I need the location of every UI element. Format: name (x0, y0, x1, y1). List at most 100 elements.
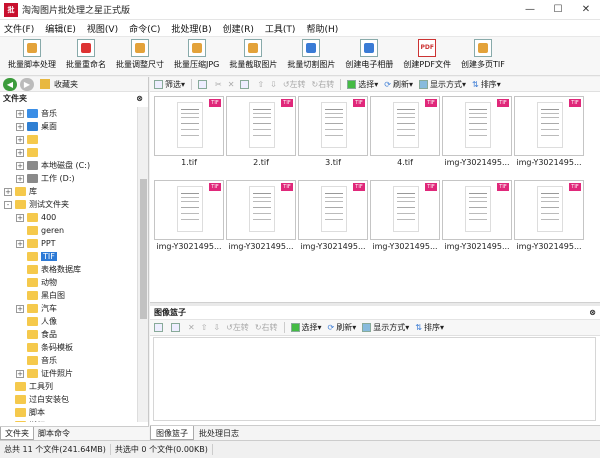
menu-help[interactable]: 帮助(H) (306, 22, 338, 35)
forward-icon[interactable]: ▶ (20, 77, 34, 91)
thumbnail-item[interactable]: TIF img-Y3021495... (442, 180, 512, 253)
tree-item[interactable]: + 本地磁盘 (C:) (0, 159, 137, 172)
basket-copy-icon[interactable] (171, 323, 182, 332)
thumbnail-item[interactable]: TIF img-Y3021495... (442, 96, 512, 169)
expand-icon[interactable]: + (16, 161, 24, 170)
basket-view-mode-button[interactable]: 显示方式 ▾ (362, 322, 409, 333)
sort-button[interactable]: ⇅ 排序 ▾ (472, 79, 501, 90)
expand-icon[interactable]: + (16, 239, 24, 248)
back-icon[interactable]: ◀ (3, 77, 17, 91)
tree-item[interactable]: + 汽车 (0, 302, 137, 315)
tree-item[interactable]: + 库 (0, 185, 137, 198)
rotate-right-button[interactable]: ↻ 右转 (312, 79, 335, 90)
tree-item[interactable]: 燃灯 (0, 419, 137, 422)
create-album-button[interactable]: 创建电子相册 (345, 37, 393, 70)
basket-remove-icon[interactable]: ✕ (188, 323, 195, 332)
tree-item[interactable]: 过白安装包 (0, 393, 137, 406)
create-pdf-button[interactable]: PDF 创建PDF文件 (403, 37, 451, 70)
thumbnail-item[interactable]: TIF 2.tif (226, 96, 296, 169)
tree-item[interactable]: - 测试文件夹 (0, 198, 137, 211)
thumbnail-item[interactable]: TIF img-Y3021495... (226, 180, 296, 253)
batch-resize-button[interactable]: 批量调整尺寸 (116, 37, 164, 70)
move-up-icon[interactable]: ⇧ (257, 80, 264, 89)
expand-icon[interactable]: + (16, 122, 24, 131)
expand-icon[interactable]: + (16, 369, 24, 378)
basket-sort-button[interactable]: ⇅ 排序 ▾ (415, 322, 444, 333)
batch-compress-button[interactable]: 批量压缩JPG (174, 37, 219, 70)
maximize-button[interactable]: ☐ (544, 0, 572, 20)
basket-up-icon[interactable]: ⇧ (201, 323, 208, 332)
tree-item[interactable]: + 证件照片 (0, 367, 137, 380)
basket-content[interactable] (153, 337, 596, 421)
tree-item[interactable]: 动物 (0, 276, 137, 289)
thumbnail-item[interactable]: TIF img-Y3021495... (514, 96, 584, 169)
menu-command[interactable]: 命令(C) (129, 22, 160, 35)
close-button[interactable]: ✕ (572, 0, 600, 20)
copy-icon[interactable] (198, 79, 209, 89)
tree-item[interactable]: geren (0, 224, 137, 237)
menu-edit[interactable]: 编辑(E) (45, 22, 76, 35)
thumbnail-item[interactable]: TIF 1.tif (154, 96, 224, 169)
thumbnail-item[interactable]: TIF 3.tif (298, 96, 368, 169)
menu-batch[interactable]: 批处理(B) (171, 22, 211, 35)
menu-file[interactable]: 文件(F) (4, 22, 34, 35)
tab-batch-log[interactable]: 批处理日志 (194, 426, 244, 440)
select-button[interactable]: 选择 ▾ (347, 79, 378, 90)
tree-item[interactable]: + (0, 133, 137, 146)
batch-script-button[interactable]: 批量脚本处理 (8, 37, 56, 70)
tree-item[interactable]: 音乐 (0, 354, 137, 367)
menu-view[interactable]: 视图(V) (87, 22, 118, 35)
cut-icon[interactable]: ✂ (215, 80, 222, 89)
tree-item[interactable]: 食品 (0, 328, 137, 341)
expand-icon[interactable]: + (16, 304, 24, 313)
refresh-button[interactable]: ⟳ 刷新 ▾ (384, 79, 413, 90)
rotate-left-button[interactable]: ↺ 左转 (283, 79, 306, 90)
scrollbar-thumb[interactable] (140, 179, 147, 319)
tab-folders[interactable]: 文件夹 (0, 427, 34, 440)
move-down-icon[interactable]: ⇩ (270, 80, 277, 89)
expand-icon[interactable]: + (16, 213, 24, 222)
thumbnail-item[interactable]: TIF img-Y3021495... (298, 180, 368, 253)
basket-rotate-left-button[interactable]: ↺ 左转 (226, 322, 249, 333)
basket-close-icon[interactable]: ⊗ (589, 308, 596, 317)
favorites-button[interactable]: 收藏夹 (54, 79, 78, 90)
basket-rotate-right-button[interactable]: ↻ 右转 (255, 322, 278, 333)
tree-item[interactable]: +400 (0, 211, 137, 224)
tab-image-basket[interactable]: 图像篮子 (150, 426, 194, 440)
batch-rename-button[interactable]: 批量重命名 (66, 37, 106, 70)
minimize-button[interactable]: — (516, 0, 544, 20)
thumbnail-item[interactable]: TIF img-Y3021495... (514, 180, 584, 253)
expand-icon[interactable]: + (4, 187, 12, 196)
tree-item[interactable]: 条码模板 (0, 341, 137, 354)
batch-slice-button[interactable]: 批量切割图片 (287, 37, 335, 70)
thumbnail-item[interactable]: TIF 4.tif (370, 96, 440, 169)
tree-item[interactable]: + 工作 (D:) (0, 172, 137, 185)
paste-icon[interactable] (240, 79, 251, 89)
tree-item[interactable]: 黑白图 (0, 289, 137, 302)
basket-add-icon[interactable] (154, 323, 165, 332)
expand-icon[interactable]: + (16, 148, 24, 157)
tree-item[interactable]: + PPT (0, 237, 137, 250)
tree-item[interactable]: TIF (0, 250, 137, 263)
thumbnail-item[interactable]: TIF img-Y3021495... (370, 180, 440, 253)
menu-tools[interactable]: 工具(T) (265, 22, 296, 35)
tab-script-commands[interactable]: 脚本命令 (34, 427, 74, 440)
tree-item[interactable]: 工具列 (0, 380, 137, 393)
tree-item[interactable]: 人像 (0, 315, 137, 328)
tree-item[interactable]: 表格数据库 (0, 263, 137, 276)
batch-crop-button[interactable]: 批量截取图片 (229, 37, 277, 70)
tree-item[interactable]: + (0, 146, 137, 159)
basket-select-button[interactable]: 选择 ▾ (290, 322, 322, 333)
tree-item[interactable]: 脚本 (0, 406, 137, 419)
expand-icon[interactable]: + (16, 135, 24, 144)
view-mode-button[interactable]: 显示方式 ▾ (418, 79, 466, 90)
create-multipage-tif-button[interactable]: 创建多页TIF (461, 37, 505, 70)
delete-icon[interactable]: ✕ (228, 80, 235, 89)
expand-icon[interactable]: + (16, 109, 24, 118)
up-folder-icon[interactable] (40, 79, 50, 89)
basket-refresh-button[interactable]: ⟳ 刷新 ▾ (328, 322, 357, 333)
collapse-icon[interactable]: - (4, 200, 12, 209)
basket-down-icon[interactable]: ⇩ (213, 323, 220, 332)
thumbnail-item[interactable]: TIF img-Y3021495... (154, 180, 224, 253)
menu-create[interactable]: 创建(R) (223, 22, 254, 35)
